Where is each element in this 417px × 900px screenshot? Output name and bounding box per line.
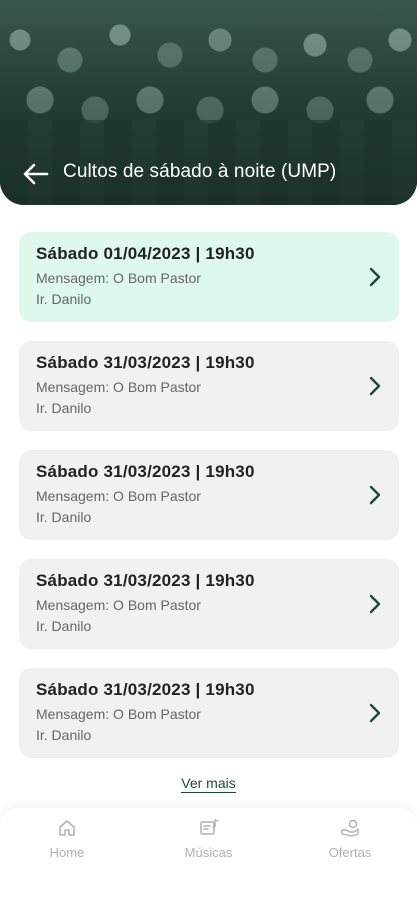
home-icon — [59, 820, 75, 836]
service-date: Sábado 31/03/2023 | 19h30 — [36, 571, 255, 590]
arrow-left-icon — [23, 163, 49, 185]
service-card[interactable]: Sábado 31/03/2023 | 19h30 Mensagem: O Bo… — [19, 450, 399, 540]
chevron-right-icon — [369, 485, 381, 505]
chevron-right-icon — [369, 267, 381, 287]
service-card[interactable]: Sábado 31/03/2023 | 19h30 Mensagem: O Bo… — [19, 559, 399, 649]
service-message: Mensagem: O Bom Pastor — [36, 488, 201, 504]
service-message: Mensagem: O Bom Pastor — [36, 379, 201, 395]
bottom-nav: Home Músicas Ofertas — [0, 808, 417, 900]
service-card[interactable]: Sábado 31/03/2023 | 19h30 Mensagem: O Bo… — [19, 341, 399, 431]
service-message: Mensagem: O Bom Pastor — [36, 597, 201, 613]
offerings-icon — [341, 819, 359, 837]
see-more: Ver mais — [0, 775, 417, 793]
service-date: Sábado 31/03/2023 | 19h30 — [36, 462, 255, 481]
service-speaker: Ir. Danilo — [36, 291, 92, 307]
service-date: Sábado 31/03/2023 | 19h30 — [36, 680, 255, 699]
service-date: Sábado 31/03/2023 | 19h30 — [36, 353, 255, 372]
service-speaker: Ir. Danilo — [36, 509, 92, 525]
chevron-right-icon — [369, 594, 381, 614]
service-date: Sábado 01/04/2023 | 19h30 — [36, 244, 255, 263]
service-speaker: Ir. Danilo — [36, 618, 92, 634]
service-list: Sábado 01/04/2023 | 19h30 Mensagem: O Bo… — [19, 232, 399, 777]
chevron-right-icon — [369, 376, 381, 396]
nav-item-offerings[interactable]: Ofertas — [305, 818, 395, 900]
nav-label: Músicas — [184, 845, 233, 860]
service-message: Mensagem: O Bom Pastor — [36, 270, 201, 286]
nav-label: Ofertas — [328, 845, 372, 860]
chevron-right-icon — [369, 703, 381, 723]
service-message: Mensagem: O Bom Pastor — [36, 706, 201, 722]
service-card[interactable]: Sábado 01/04/2023 | 19h30 Mensagem: O Bo… — [19, 232, 399, 322]
back-button[interactable] — [22, 160, 50, 188]
header-banner: Cultos de sábado à noite (UMP) — [0, 0, 417, 205]
see-more-link[interactable]: Ver mais — [181, 775, 236, 793]
service-speaker: Ir. Danilo — [36, 727, 92, 743]
nav-label: Home — [49, 845, 85, 860]
music-icon — [199, 819, 219, 835]
nav-item-home[interactable]: Home — [22, 818, 112, 900]
service-card[interactable]: Sábado 31/03/2023 | 19h30 Mensagem: O Bo… — [19, 668, 399, 758]
page-title: Cultos de sábado à noite (UMP) — [63, 161, 337, 182]
service-speaker: Ir. Danilo — [36, 400, 92, 416]
nav-item-music[interactable]: Músicas — [164, 818, 254, 900]
